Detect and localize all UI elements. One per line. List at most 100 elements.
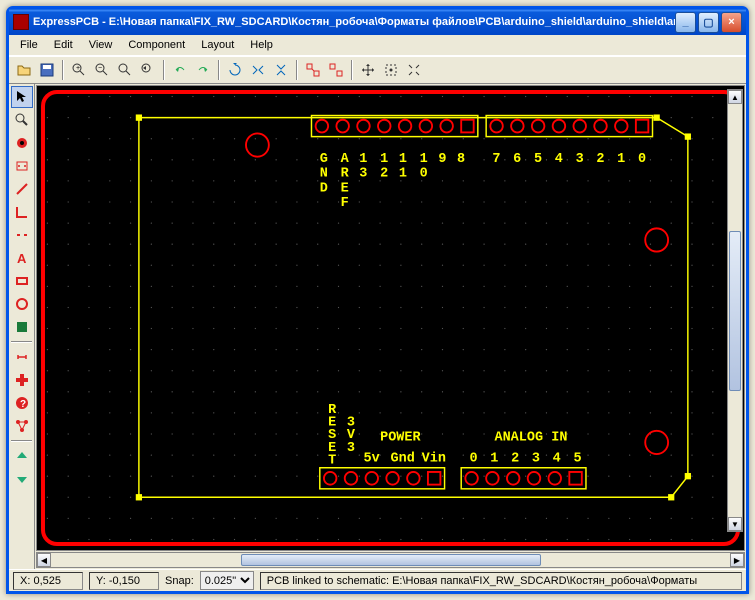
- svg-text:1: 1: [399, 152, 407, 167]
- rect-tool[interactable]: [11, 270, 33, 292]
- vscroll-thumb[interactable]: [729, 231, 741, 391]
- scroll-left-button[interactable]: ◀: [37, 553, 51, 567]
- scroll-up-button[interactable]: ▲: [728, 90, 742, 104]
- trace-tool[interactable]: [11, 178, 33, 200]
- canvas-viewport[interactable]: GNDAREF131211109876543210RESET3V35vGndVi…: [36, 85, 745, 551]
- fill-tool[interactable]: [11, 316, 33, 338]
- svg-text:N: N: [320, 167, 328, 182]
- svg-text:T: T: [328, 453, 336, 468]
- svg-text:?: ?: [20, 399, 26, 410]
- toolbar: + −: [9, 56, 746, 84]
- corner-tool[interactable]: [11, 201, 33, 223]
- snap-button[interactable]: [380, 59, 402, 81]
- minimize-button[interactable]: _: [675, 12, 696, 33]
- snap-label: Snap:: [165, 575, 194, 587]
- svg-text:1: 1: [399, 167, 407, 182]
- svg-text:ANALOG IN: ANALOG IN: [494, 430, 567, 445]
- svg-text:3: 3: [576, 152, 584, 167]
- svg-text:2: 2: [511, 451, 519, 466]
- zoom-in-button[interactable]: +: [68, 59, 90, 81]
- menu-layout[interactable]: Layout: [194, 37, 241, 53]
- titlebar[interactable]: ExpressPCB - E:\Новая папка\FIX_RW_SDCAR…: [9, 9, 746, 35]
- svg-text:2: 2: [380, 167, 388, 182]
- svg-text:F: F: [341, 196, 349, 211]
- svg-text:0: 0: [420, 167, 428, 182]
- rotate-button[interactable]: [224, 59, 246, 81]
- pcb-canvas[interactable]: GNDAREF131211109876543210RESET3V35vGndVi…: [37, 86, 744, 550]
- svg-text:A: A: [17, 251, 27, 266]
- zoom-tool[interactable]: [11, 109, 33, 131]
- svg-text:9: 9: [438, 152, 446, 167]
- text-tool[interactable]: A: [11, 247, 33, 269]
- svg-text:G: G: [320, 152, 328, 167]
- menubar: File Edit View Component Layout Help: [9, 35, 746, 56]
- zoom-prev-button[interactable]: [137, 59, 159, 81]
- flip-h-button[interactable]: [247, 59, 269, 81]
- menu-file[interactable]: File: [13, 37, 45, 53]
- svg-text:5: 5: [534, 152, 542, 167]
- app-window: ExpressPCB - E:\Новая папка\FIX_RW_SDCAR…: [6, 6, 749, 594]
- info-tool[interactable]: ?: [11, 392, 33, 414]
- svg-text:R: R: [341, 167, 350, 182]
- svg-text:1: 1: [359, 152, 367, 167]
- highlight-tool[interactable]: [11, 369, 33, 391]
- zoom-fit-button[interactable]: [114, 59, 136, 81]
- ungroup-button[interactable]: [325, 59, 347, 81]
- zoom-out-button[interactable]: −: [91, 59, 113, 81]
- statusbar: X: 0,525 Y: -0,150 Snap: 0.025" PCB link…: [9, 569, 746, 591]
- svg-text:1: 1: [490, 451, 498, 466]
- snap-select[interactable]: 0.025": [200, 571, 254, 590]
- vertical-scrollbar[interactable]: ▲ ▼: [727, 89, 743, 532]
- svg-text:4: 4: [553, 451, 561, 466]
- component-tool[interactable]: [11, 155, 33, 177]
- menu-component[interactable]: Component: [121, 37, 192, 53]
- disconnect-tool[interactable]: [11, 224, 33, 246]
- svg-text:POWER: POWER: [380, 430, 421, 445]
- open-button[interactable]: [13, 59, 35, 81]
- app-icon: [13, 14, 29, 30]
- net-tool[interactable]: [11, 415, 33, 437]
- redo-button[interactable]: [192, 59, 214, 81]
- svg-text:D: D: [320, 181, 328, 196]
- status-x: X: 0,525: [13, 572, 83, 590]
- svg-text:1: 1: [617, 152, 625, 167]
- close-button[interactable]: ×: [721, 12, 742, 33]
- svg-text:8: 8: [457, 152, 465, 167]
- status-linked: PCB linked to schematic: E:\Новая папка\…: [260, 572, 742, 590]
- menu-view[interactable]: View: [82, 37, 120, 53]
- scroll-right-button[interactable]: ▶: [730, 553, 744, 567]
- group-button[interactable]: [302, 59, 324, 81]
- maximize-button[interactable]: ▢: [698, 12, 719, 33]
- horizontal-scrollbar[interactable]: ◀ ▶: [36, 552, 745, 568]
- svg-text:1: 1: [420, 152, 428, 167]
- window-title: ExpressPCB - E:\Новая папка\FIX_RW_SDCAR…: [33, 16, 675, 28]
- pad-tool[interactable]: [11, 132, 33, 154]
- move-button[interactable]: [357, 59, 379, 81]
- svg-text:0: 0: [638, 152, 646, 167]
- svg-text:7: 7: [492, 152, 500, 167]
- svg-text:4: 4: [555, 152, 563, 167]
- expand-button[interactable]: [403, 59, 425, 81]
- hscroll-thumb[interactable]: [241, 554, 541, 566]
- workspace: A ? GNDAREF131211109876543210RESET3V35vG…: [9, 84, 746, 569]
- layer-down-button[interactable]: [11, 468, 33, 490]
- svg-text:3: 3: [532, 451, 540, 466]
- svg-text:3: 3: [359, 167, 367, 182]
- svg-text:6: 6: [513, 152, 521, 167]
- status-y: Y: -0,150: [89, 572, 159, 590]
- scroll-down-button[interactable]: ▼: [728, 517, 742, 531]
- layer-up-button[interactable]: [11, 445, 33, 467]
- svg-text:−: −: [98, 65, 102, 72]
- save-button[interactable]: [36, 59, 58, 81]
- svg-text:3: 3: [347, 441, 355, 456]
- menu-edit[interactable]: Edit: [47, 37, 80, 53]
- svg-text:Vin: Vin: [422, 451, 446, 466]
- circle-tool[interactable]: [11, 293, 33, 315]
- undo-button[interactable]: [169, 59, 191, 81]
- flip-v-button[interactable]: [270, 59, 292, 81]
- link-tool[interactable]: [11, 346, 33, 368]
- canvas-area: GNDAREF131211109876543210RESET3V35vGndVi…: [35, 84, 746, 569]
- pointer-tool[interactable]: [11, 86, 33, 108]
- menu-help[interactable]: Help: [243, 37, 280, 53]
- svg-text:+: +: [76, 65, 80, 72]
